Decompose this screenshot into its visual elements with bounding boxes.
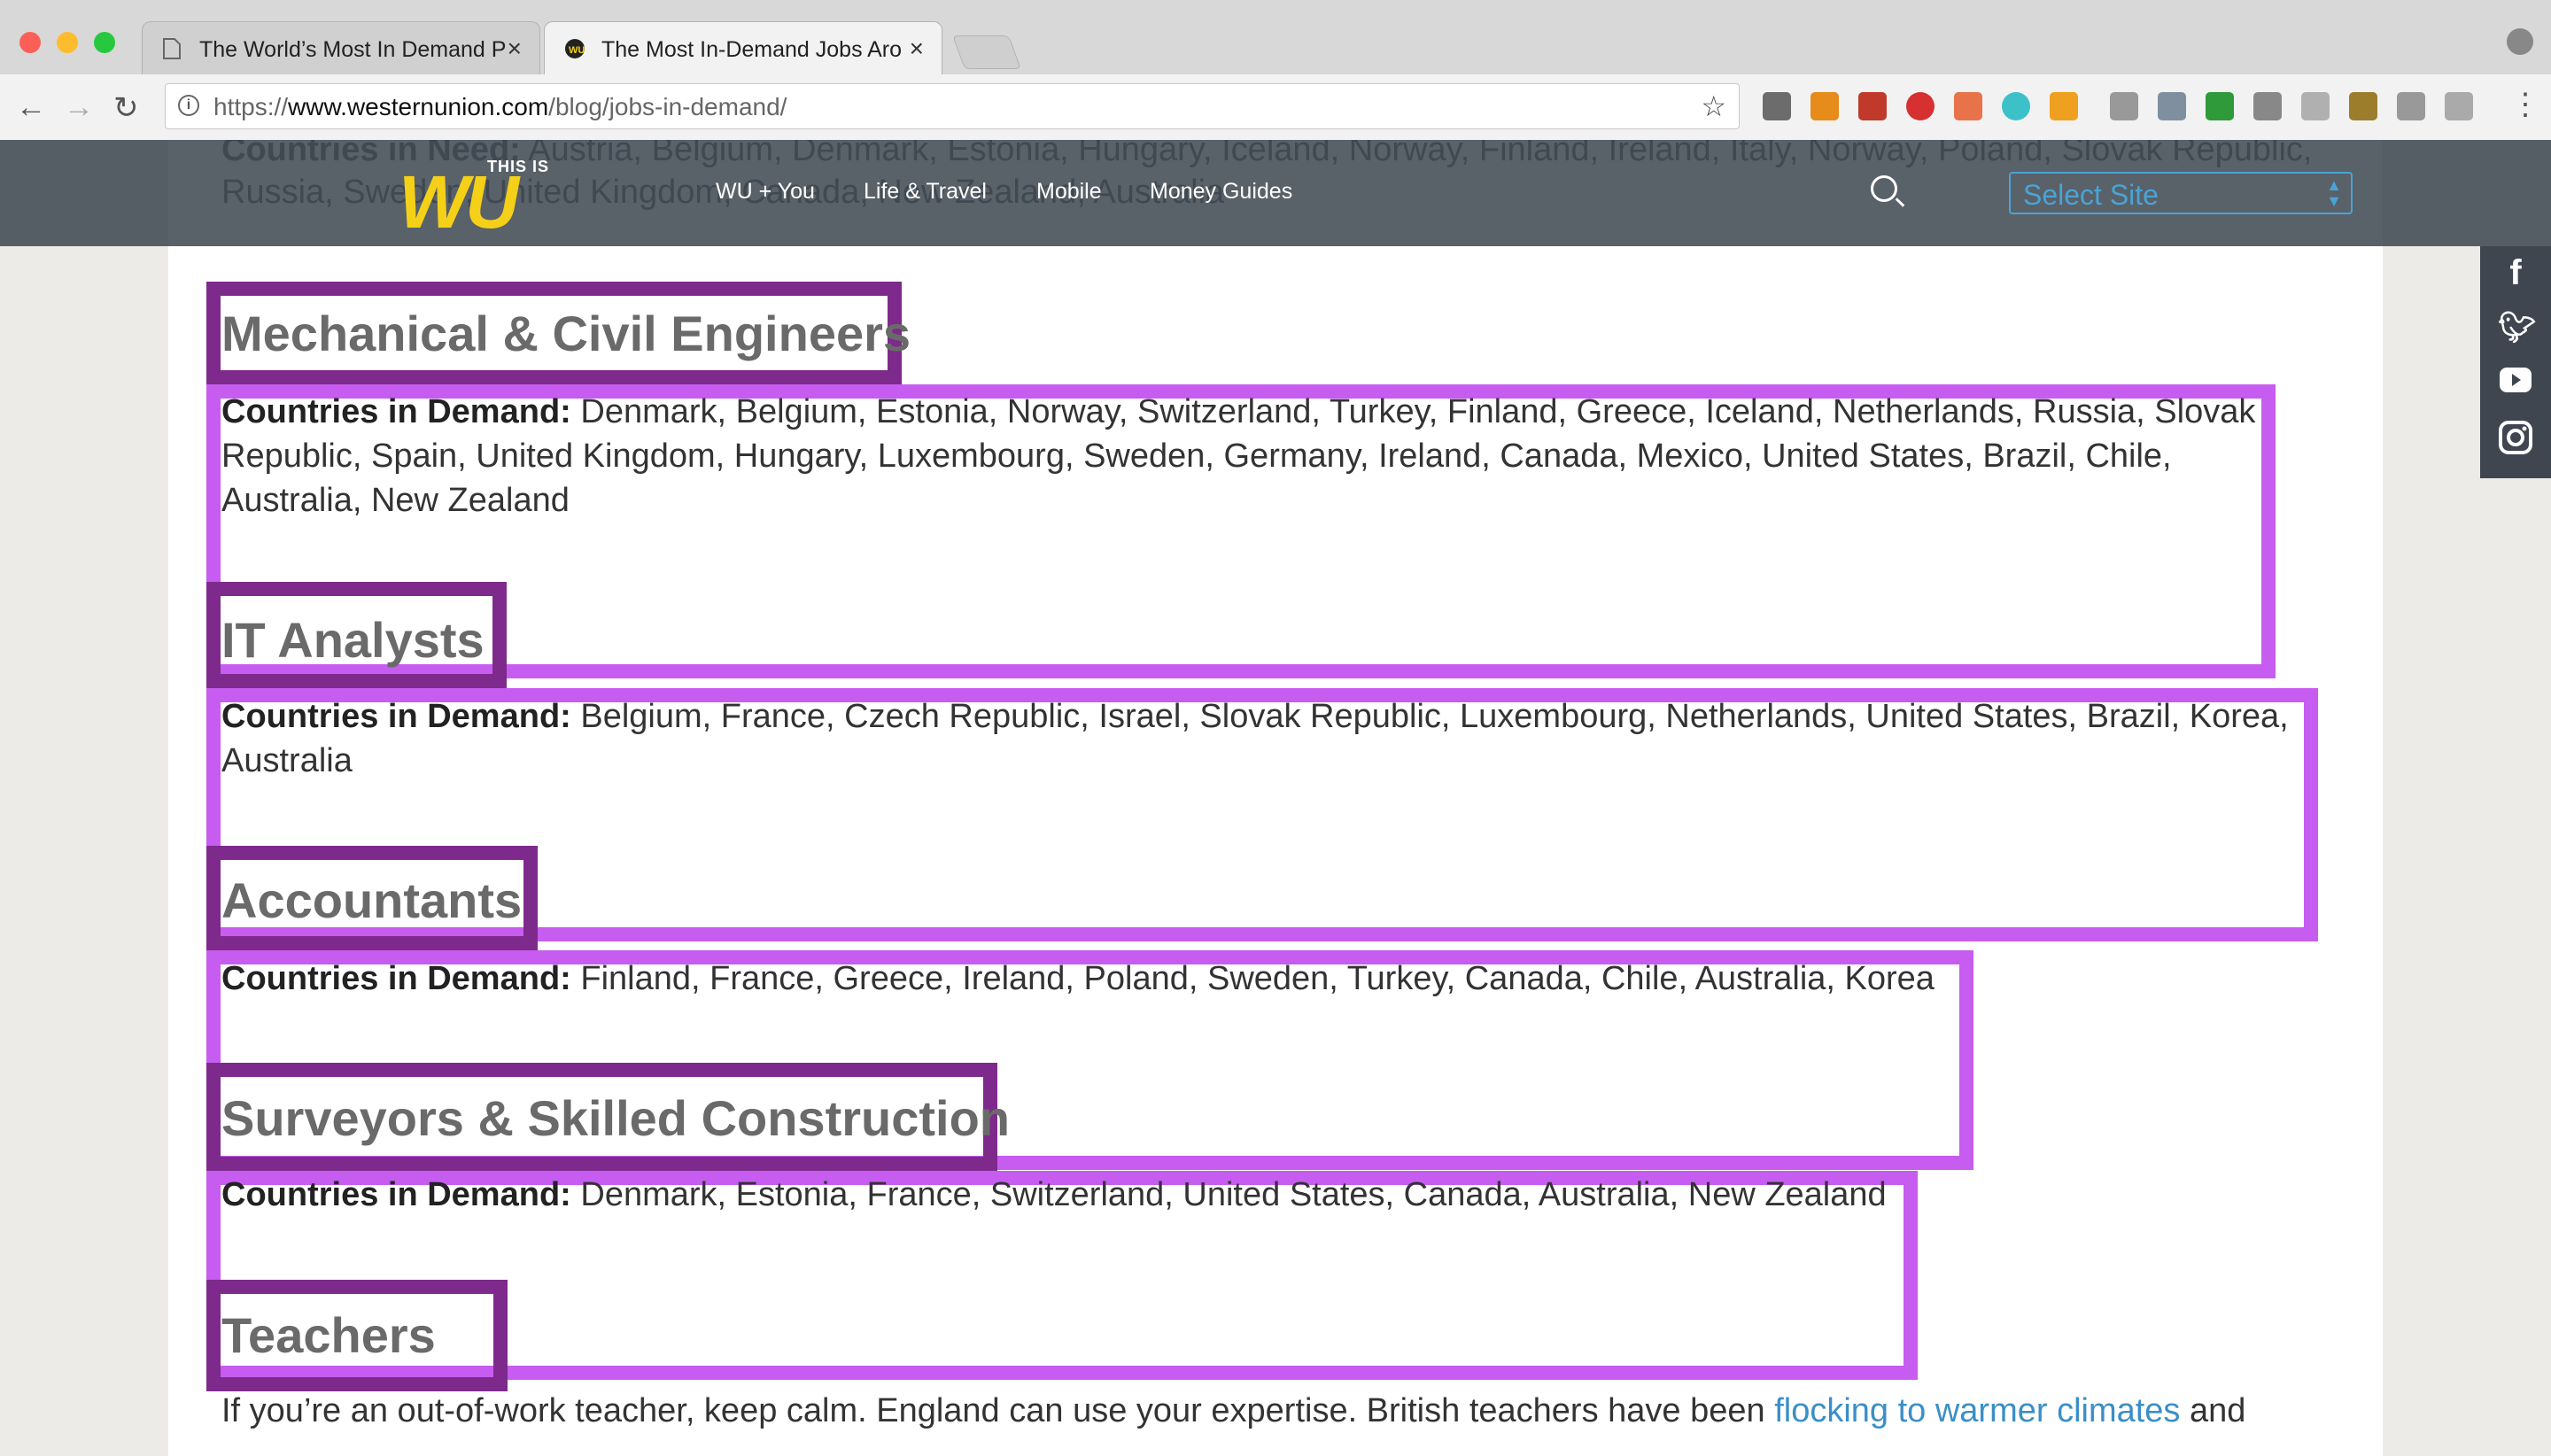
- heading-mechanical-civil-engineers: Mechanical & Civil Engineers: [221, 306, 911, 361]
- countries-paragraph: Countries in Demand: Finland, France, Gr…: [221, 960, 1935, 997]
- twitter-icon[interactable]: 🐦︎: [2498, 310, 2536, 345]
- site-info-icon[interactable]: i: [178, 95, 199, 116]
- back-icon[interactable]: ←: [16, 90, 46, 125]
- menu-icon[interactable]: ⋮: [2510, 87, 2540, 122]
- facebook-icon[interactable]: f: [2498, 255, 2533, 290]
- circle-extension-icon[interactable]: [2002, 92, 2030, 120]
- teachers-paragraph: If you’re an out-of-work teacher, keep c…: [221, 1392, 2246, 1429]
- flocking-link[interactable]: flocking to warmer climates: [1774, 1392, 2180, 1429]
- reload-icon[interactable]: ↻: [113, 90, 139, 126]
- select-site-dropdown[interactable]: Select Site ▲ ▼: [2009, 172, 2353, 214]
- browser-toolbar: ← → ↻ i https://www.westernunion.com/blo…: [0, 74, 2551, 141]
- heading-accountants: Accountants: [221, 872, 523, 928]
- wu-favicon-icon: WU: [564, 38, 585, 59]
- lastpass-extension-icon[interactable]: [1858, 92, 1887, 120]
- social-share-bar: f 🐦︎: [2480, 246, 2551, 478]
- close-tab-icon[interactable]: ×: [910, 35, 924, 63]
- tab-title: The Most In-Demand Jobs Aro: [601, 37, 903, 62]
- vee-extension-icon[interactable]: [2445, 92, 2473, 120]
- new-extension-icon[interactable]: [2050, 92, 2078, 120]
- countries-paragraph: Countries in Demand: Denmark, Estonia, F…: [221, 1176, 1887, 1213]
- select-arrows-icon: ▲ ▼: [2326, 176, 2342, 210]
- window-zoom-button[interactable]: [94, 32, 115, 53]
- badge-extension-icon[interactable]: [1954, 92, 1982, 120]
- plant-extension-icon[interactable]: [2349, 92, 2377, 120]
- tab-worlds-most-in-demand[interactable]: The World’s Most In Demand P ×: [142, 21, 540, 74]
- countries-paragraph: Countries in Demand: Denmark, Belgium, E…: [221, 393, 2256, 519]
- window-minimize-button[interactable]: [57, 32, 78, 53]
- evernote-extension-icon[interactable]: [1763, 92, 1791, 120]
- forward-icon[interactable]: →: [64, 90, 94, 125]
- bookmark-star-icon[interactable]: ☆: [1701, 89, 1726, 123]
- page-viewport: Countries in Need: Austria, Belgium, Den…: [0, 140, 2551, 1456]
- heading-teachers: Teachers: [221, 1307, 436, 1363]
- wu-logo[interactable]: THIS IS WU: [399, 158, 549, 239]
- search-icon[interactable]: [1871, 175, 1897, 202]
- eyedropper-extension-icon[interactable]: [2158, 92, 2186, 120]
- nav-wu-you[interactable]: WU + You: [716, 179, 815, 205]
- window-close-button[interactable]: [19, 32, 41, 53]
- bars-extension-icon[interactable]: [2110, 92, 2138, 120]
- countries-paragraph: Countries in Demand: Belgium, France, Cz…: [221, 698, 2289, 779]
- gear-extension-icon[interactable]: [2397, 92, 2425, 120]
- close-tab-icon[interactable]: ×: [508, 35, 522, 63]
- document-icon: [162, 38, 182, 59]
- download-extension-icon[interactable]: [2206, 92, 2234, 120]
- new-tab-button[interactable]: [952, 35, 1021, 69]
- heading-surveyors-skilled-construction: Surveyors & Skilled Construction: [221, 1090, 1010, 1146]
- browser-tab-bar: The World’s Most In Demand P × WU The Mo…: [0, 0, 2551, 75]
- tab-title: The World’s Most In Demand P: [199, 37, 507, 62]
- dropbox-extension-icon[interactable]: [2301, 92, 2330, 120]
- svg-text:WU: WU: [569, 45, 585, 56]
- nav-life-travel[interactable]: Life & Travel: [864, 179, 987, 205]
- profile-icon[interactable]: [2507, 28, 2533, 55]
- nav-money-guides[interactable]: Money Guides: [1150, 179, 1292, 205]
- tab-most-in-demand-jobs[interactable]: WU The Most In-Demand Jobs Aro ×: [544, 21, 942, 74]
- k-extension-icon[interactable]: [1811, 92, 1839, 120]
- instagram-icon[interactable]: [2498, 420, 2533, 455]
- heading-it-analysts: IT Analysts: [221, 612, 485, 668]
- nav-mobile[interactable]: Mobile: [1036, 179, 1102, 205]
- cast-icon[interactable]: [2253, 92, 2282, 120]
- address-bar[interactable]: i https://www.westernunion.com/blog/jobs…: [165, 83, 1740, 129]
- adblock-extension-icon[interactable]: [1906, 92, 1935, 120]
- youtube-icon[interactable]: [2498, 365, 2533, 400]
- url-text: https://www.westernunion.com/blog/jobs-i…: [213, 93, 787, 120]
